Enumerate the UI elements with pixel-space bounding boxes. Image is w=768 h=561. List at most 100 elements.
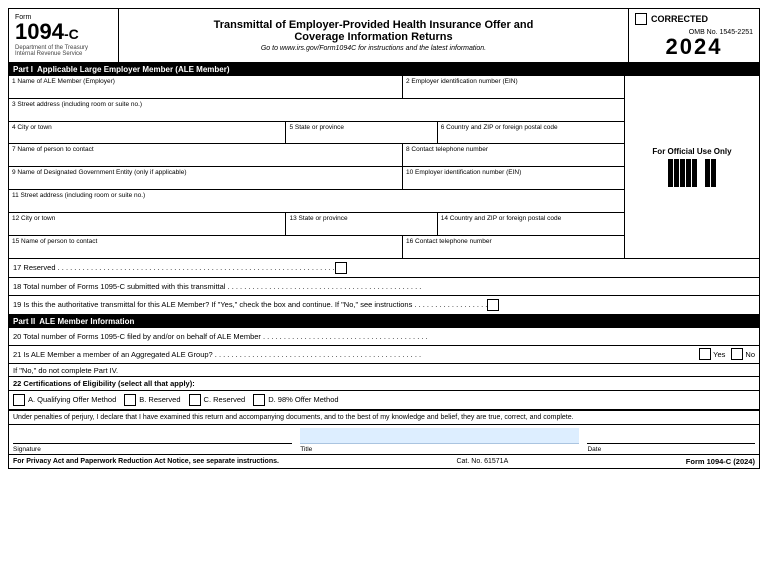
row-15-16: 15 Name of person to contact 16 Contact … <box>9 236 624 258</box>
barcode-bar <box>674 159 679 187</box>
dept-line2: Internal Revenue Service <box>15 51 112 57</box>
official-use-column: For Official Use Only <box>624 76 759 258</box>
official-use-title: For Official Use Only <box>652 147 731 156</box>
field-3-input[interactable] <box>12 109 621 119</box>
field-5-label: 5 State or province <box>289 124 433 132</box>
field-11-label: 11 Street address (including room or sui… <box>12 192 621 200</box>
cert-d-checkbox[interactable] <box>253 394 265 406</box>
part2-label: Part II <box>13 317 35 326</box>
form-id-section: Form 1094-C Department of the Treasury I… <box>9 9 119 62</box>
no-option: No <box>731 348 755 360</box>
row-11: 11 Street address (including room or sui… <box>9 190 624 213</box>
field-15-input[interactable] <box>12 245 399 255</box>
row-17-checkbox[interactable] <box>335 262 347 274</box>
corrected-label: CORRECTED <box>651 14 708 24</box>
date-field[interactable] <box>587 428 755 444</box>
field-11-input[interactable] <box>12 200 621 210</box>
row-9-10: 9 Name of Designated Government Entity (… <box>9 167 624 190</box>
form-title-line2: Coverage Information Returns <box>127 31 620 43</box>
cert-c-item: C. Reserved <box>189 394 246 406</box>
field-3: 3 Street address (including room or suit… <box>9 99 624 121</box>
row-18: 18 Total number of Forms 1095-C submitte… <box>9 278 759 296</box>
cert-c-checkbox[interactable] <box>189 394 201 406</box>
part1-title: Applicable Large Employer Member (ALE Me… <box>37 65 230 74</box>
field-14-label: 14 Country and ZIP or foreign postal cod… <box>441 215 621 223</box>
field-2-input[interactable] <box>406 86 621 96</box>
field-10-label: 10 Employer identification number (EIN) <box>406 169 621 177</box>
no-checkbox[interactable] <box>731 348 743 360</box>
row-4-5-6: 4 City or town 5 State or province 6 Cou… <box>9 122 624 145</box>
cert-b-checkbox[interactable] <box>124 394 136 406</box>
field-1-label: 1 Name of ALE Member (Employer) <box>12 78 399 86</box>
part1-header: Part I Applicable Large Employer Member … <box>9 63 759 76</box>
field-16-input[interactable] <box>406 245 621 255</box>
row-19: 19 Is this the authoritative transmittal… <box>9 296 759 315</box>
field-2-label: 2 Employer identification number (EIN) <box>406 78 621 86</box>
field-13-input[interactable] <box>289 223 433 233</box>
barcode-bar <box>680 159 685 187</box>
form-title-line1: Transmittal of Employer-Provided Health … <box>127 19 620 31</box>
field-6-input[interactable] <box>441 131 621 141</box>
row-19-checkbox[interactable] <box>487 299 499 311</box>
form-number: 1094 <box>15 19 64 44</box>
field-15: 15 Name of person to contact <box>9 236 403 258</box>
field-12-label: 12 City or town <box>12 215 282 223</box>
corrected-checkbox[interactable] <box>635 13 647 25</box>
row-1-2: 1 Name of ALE Member (Employer) 2 Employ… <box>9 76 624 99</box>
field-10-input[interactable] <box>406 177 621 187</box>
field-13: 13 State or province <box>286 213 437 235</box>
field-16-label: 16 Contact telephone number <box>406 238 621 246</box>
perjury-text: Under penalties of perjury, I declare th… <box>13 414 574 421</box>
row-7-8: 7 Name of person to contact 8 Contact te… <box>9 144 624 167</box>
form-header: Form 1094-C Department of the Treasury I… <box>9 9 759 63</box>
field-5-input[interactable] <box>289 131 433 141</box>
field-12-input[interactable] <box>12 223 282 233</box>
row-20-text: 20 Total number of Forms 1095-C filed by… <box>13 332 428 341</box>
signature-field[interactable] <box>13 428 292 444</box>
form-number-display: 1094-C <box>15 21 112 43</box>
row-21-note: If "No," do not complete Part IV. <box>13 366 118 375</box>
field-14-input[interactable] <box>441 223 621 233</box>
barcode-bar <box>668 159 673 187</box>
date-label: Date <box>587 446 755 453</box>
row-21-text: 21 Is ALE Member a member of an Aggregat… <box>13 350 699 359</box>
barcode-bar <box>686 159 691 187</box>
yes-checkbox[interactable] <box>699 348 711 360</box>
row-12-13-14: 12 City or town 13 State or province 14 … <box>9 213 624 236</box>
dept-info: Department of the Treasury Internal Reve… <box>15 45 112 57</box>
field-13-label: 13 State or province <box>289 215 433 223</box>
field-4-label: 4 City or town <box>12 124 282 132</box>
field-15-label: 15 Name of person to contact <box>12 238 399 246</box>
field-7: 7 Name of person to contact <box>9 144 403 166</box>
yes-no-options: Yes No <box>699 348 755 360</box>
footer-center-text: Cat. No. 61571A <box>456 458 508 465</box>
field-8-label: 8 Contact telephone number <box>406 146 621 154</box>
form-url: Go to www.irs.gov/Form1094C for instruct… <box>127 45 620 52</box>
field-2: 2 Employer identification number (EIN) <box>403 76 624 98</box>
title-label: Title <box>300 446 579 453</box>
field-6: 6 Country and ZIP or foreign postal code <box>438 122 624 144</box>
field-4-input[interactable] <box>12 131 282 141</box>
form-suffix: -C <box>64 26 79 42</box>
field-1-input[interactable] <box>12 86 399 96</box>
field-12: 12 City or town <box>9 213 286 235</box>
sig-container: Signature <box>13 428 292 453</box>
field-7-label: 7 Name of person to contact <box>12 146 399 154</box>
field-9-input[interactable] <box>12 177 399 187</box>
signature-label: Signature <box>13 446 292 453</box>
field-16: 16 Contact telephone number <box>403 236 624 258</box>
form-title-section: Transmittal of Employer-Provided Health … <box>119 9 629 62</box>
no-label: No <box>745 350 755 359</box>
footer-left-text: For Privacy Act and Paperwork Reduction … <box>13 458 279 465</box>
row-17-text: 17 Reserved . . . . . . . . . . . . . . … <box>13 263 335 272</box>
cert-a-item: A. Qualifying Offer Method <box>13 394 116 406</box>
cert-a-checkbox[interactable] <box>13 394 25 406</box>
field-5: 5 State or province <box>286 122 437 144</box>
field-8-input[interactable] <box>406 154 621 164</box>
field-7-input[interactable] <box>12 154 399 164</box>
row-21: 21 Is ALE Member a member of an Aggregat… <box>9 346 759 364</box>
main-content-area: 1 Name of ALE Member (Employer) 2 Employ… <box>9 76 759 258</box>
field-3-label: 3 Street address (including room or suit… <box>12 101 621 109</box>
cert-c-label: C. Reserved <box>204 395 246 404</box>
title-field[interactable] <box>300 428 579 444</box>
